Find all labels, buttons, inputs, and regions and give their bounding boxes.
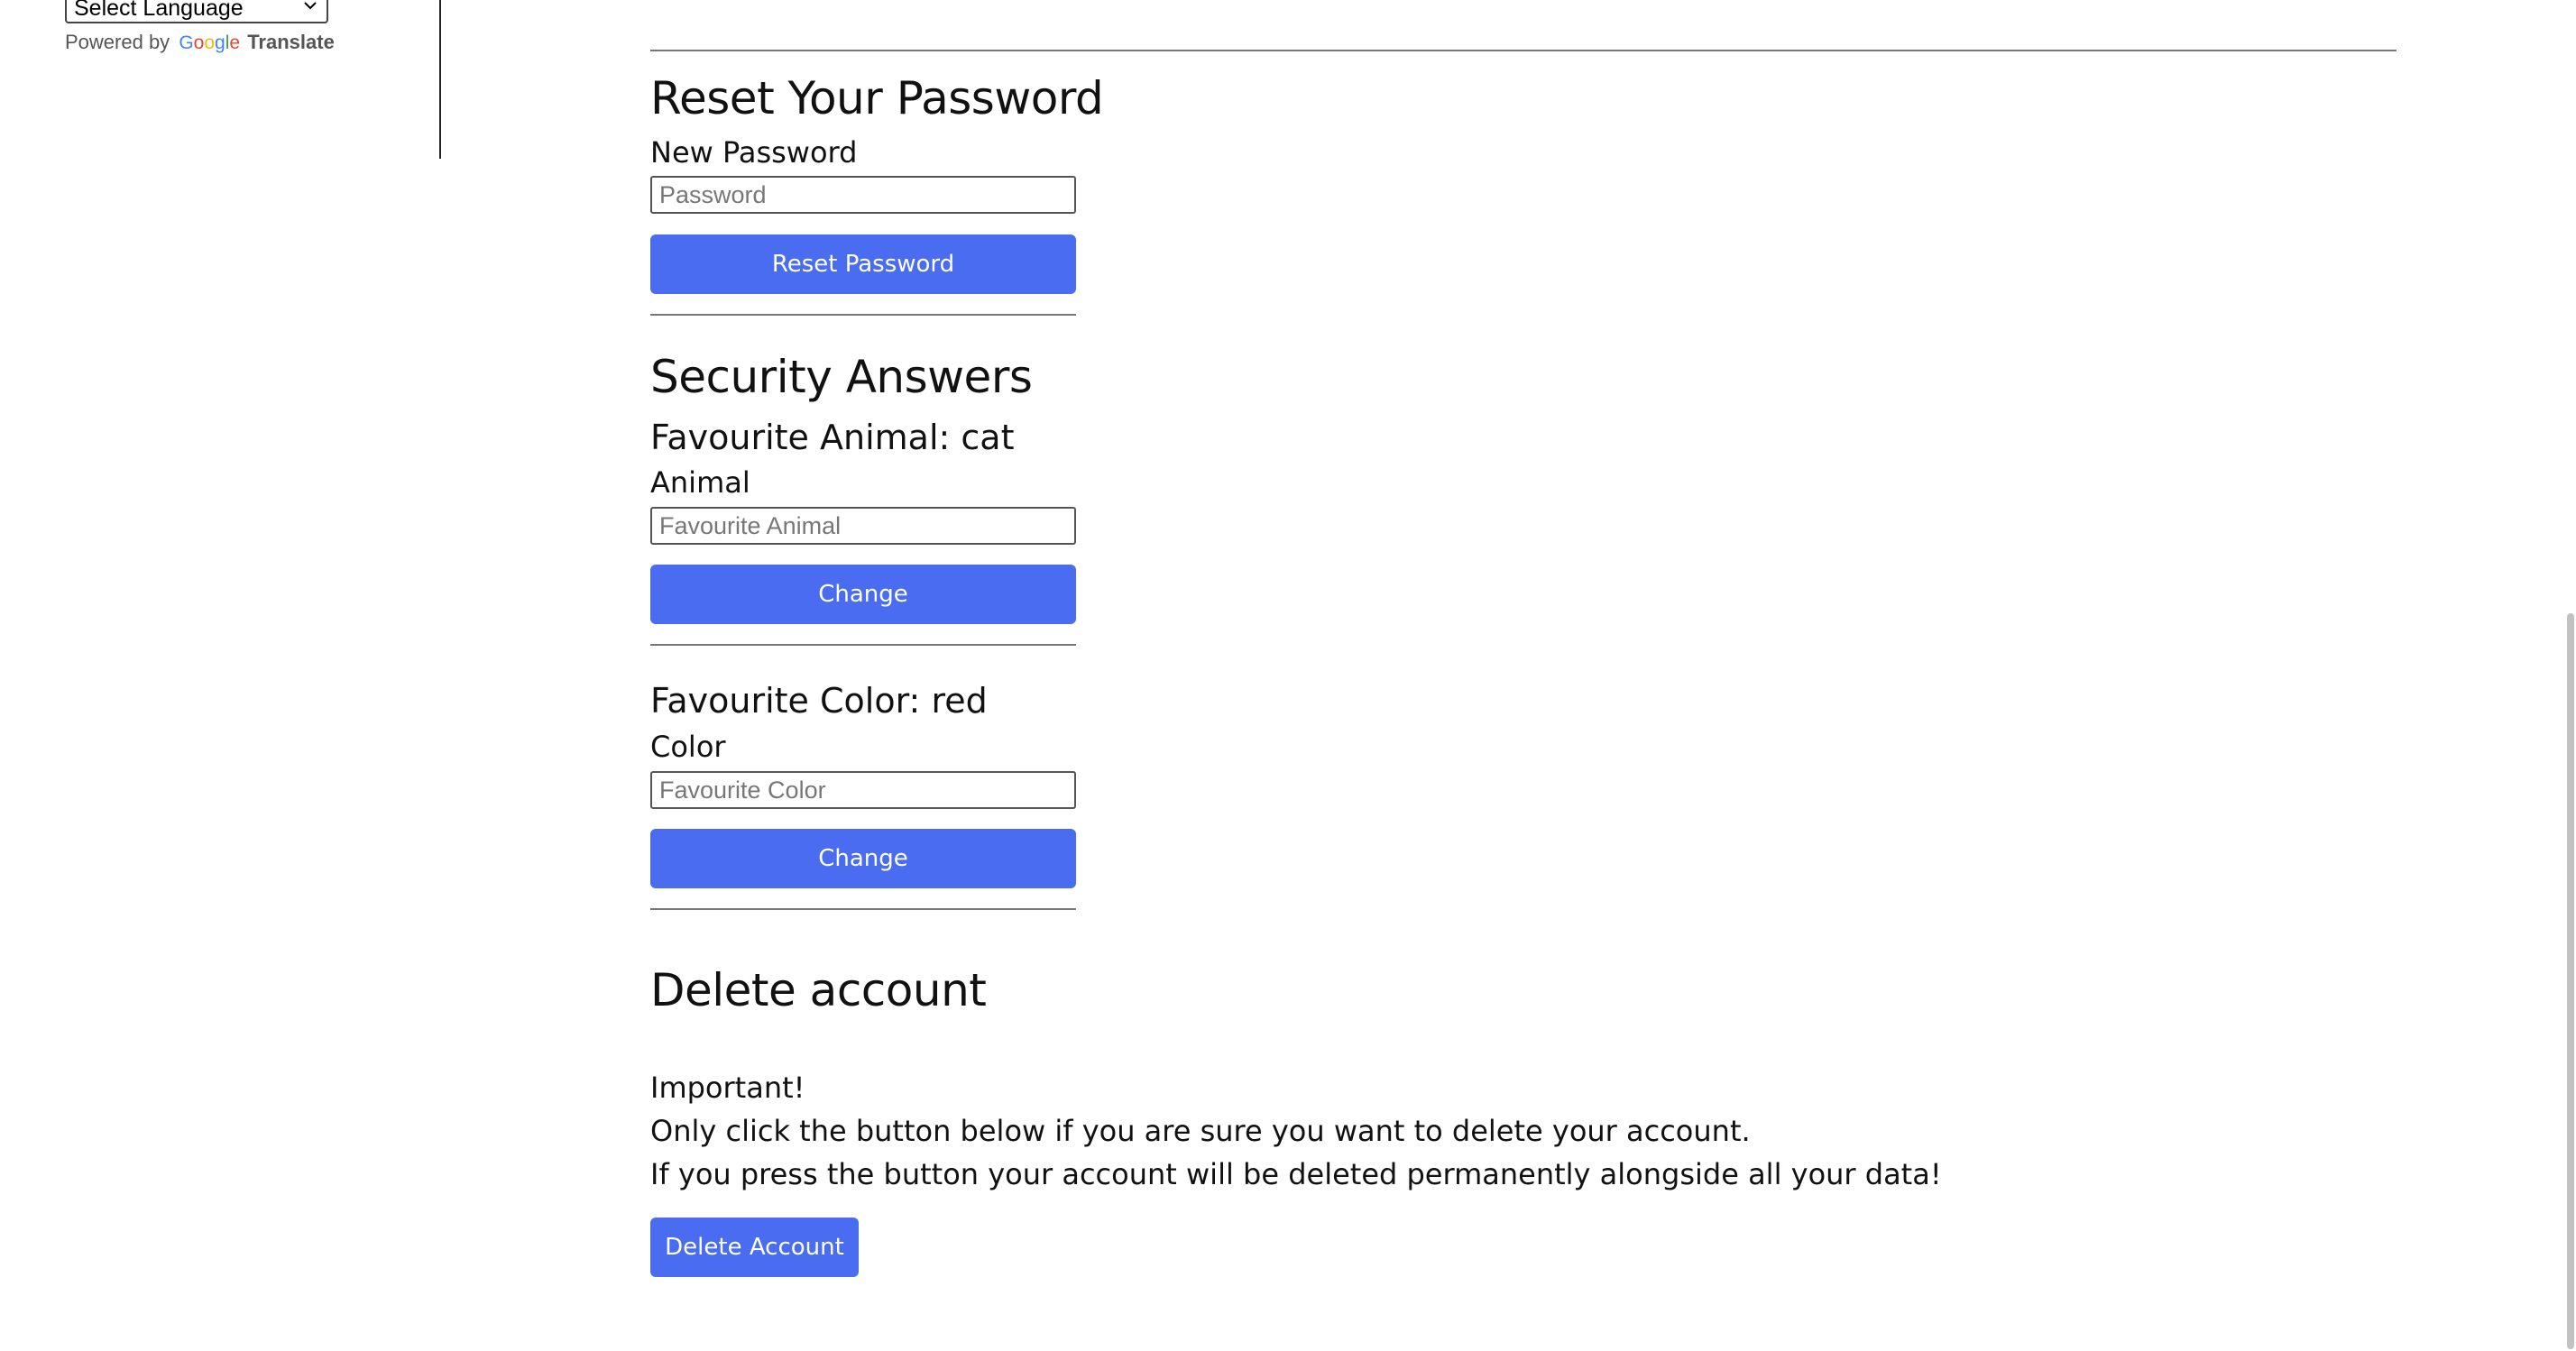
reset-password-button[interactable]: Reset Password [650, 234, 1076, 294]
language-select-value: Select Language [74, 0, 244, 21]
page: Select Language Powered by Google Transl… [0, 0, 2576, 1351]
color-divider [650, 908, 1076, 910]
delete-account-button[interactable]: Delete Account [650, 1218, 859, 1277]
powered-by-google-translate[interactable]: Powered by Google Translate [65, 31, 335, 54]
animal-divider [650, 644, 1076, 646]
animal-label: Animal [650, 465, 750, 500]
scrollbar-thumb[interactable] [2567, 613, 2574, 1349]
powered-by-prefix: Powered by [65, 31, 170, 53]
new-password-input[interactable] [650, 176, 1076, 214]
chevron-down-icon [304, 2, 317, 10]
reset-password-section: Reset Your Password [650, 72, 1104, 124]
top-divider [650, 50, 2397, 51]
change-color-button[interactable]: Change [650, 829, 1076, 888]
google-logo-icon: Google [179, 32, 241, 53]
color-label: Color [650, 730, 726, 764]
scrollbar[interactable] [2563, 0, 2576, 1351]
favourite-color-input[interactable] [650, 771, 1076, 809]
language-select[interactable]: Select Language [65, 0, 328, 23]
change-animal-button[interactable]: Change [650, 565, 1076, 624]
translate-label: Translate [247, 31, 335, 53]
favourite-animal-heading: Favourite Animal: cat [650, 418, 1015, 457]
reset-password-title: Reset Your Password [650, 72, 1104, 124]
delete-account-title: Delete account [650, 964, 987, 1016]
new-password-label: New Password [650, 135, 858, 170]
favourite-animal-input[interactable] [650, 507, 1076, 545]
delete-warning-line-3: If you press the button your account wil… [650, 1157, 1942, 1191]
favourite-color-heading: Favourite Color: red [650, 681, 988, 721]
reset-password-divider [650, 314, 1076, 316]
delete-warning-line-2: Only click the button below if you are s… [650, 1114, 1751, 1148]
sidebar: Select Language Powered by Google Transl… [0, 0, 441, 159]
security-answers-title: Security Answers [650, 351, 1033, 403]
delete-warning-important: Important! [650, 1071, 805, 1105]
new-password-label-wrap: New Password [650, 135, 857, 170]
